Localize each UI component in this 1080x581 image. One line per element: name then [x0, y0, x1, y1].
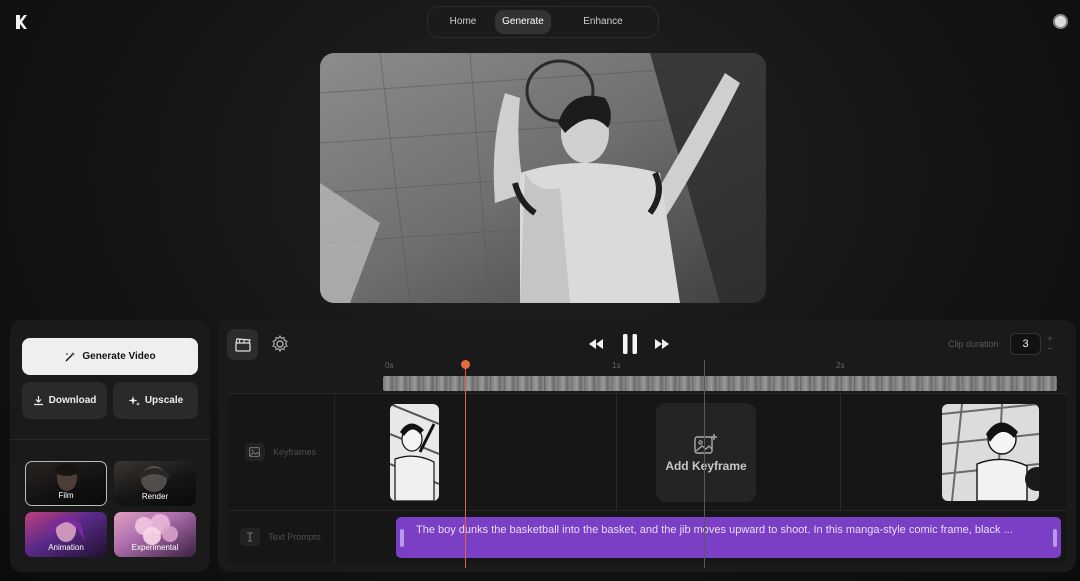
- style-card-render[interactable]: Render: [114, 461, 196, 506]
- hover-indicator-line: [704, 360, 705, 568]
- top-nav: Home Generate Enhance: [427, 6, 659, 38]
- image-icon: [244, 443, 265, 461]
- playhead-line[interactable]: [465, 360, 466, 568]
- add-image-icon: [694, 433, 717, 454]
- style-label-animation: Animation: [48, 543, 84, 552]
- style-card-experimental[interactable]: Experimental: [114, 512, 196, 557]
- clip-duration-input[interactable]: 3: [1010, 333, 1041, 355]
- add-keyframe-label: Add Keyframe: [665, 458, 747, 473]
- clip-duration-label: Clip duration: [948, 339, 999, 349]
- style-label-render: Render: [141, 492, 169, 501]
- style-card-animation[interactable]: Animation: [25, 512, 107, 557]
- text-prompts-label: Text Prompts: [268, 532, 321, 542]
- grid-line: [616, 394, 617, 510]
- tab-generate[interactable]: Generate: [495, 10, 551, 34]
- upscale-button[interactable]: Upscale: [113, 382, 198, 419]
- tab-home[interactable]: Home: [431, 10, 495, 34]
- preview-illustration: [320, 53, 766, 303]
- transport-controls: [587, 333, 671, 357]
- clapperboard-button[interactable]: [227, 329, 258, 360]
- text-prompts-track-header: Text Prompts: [227, 511, 335, 563]
- tab-enhance[interactable]: Enhance: [551, 10, 655, 34]
- ruler-label-0s: 0s: [385, 361, 394, 370]
- playhead-handle[interactable]: [461, 360, 470, 369]
- generate-video-label: Generate Video: [82, 351, 156, 362]
- add-keyframe-button[interactable]: Add Keyframe: [656, 403, 756, 502]
- frame-strip[interactable]: [383, 376, 1057, 391]
- keyframes-track: Keyframes Add Keyframe: [227, 393, 1067, 510]
- generate-panel: Generate Video Download Upscale Film Ren…: [10, 320, 210, 572]
- keyframe-image: [942, 404, 1039, 501]
- avatar-icon[interactable]: [1053, 14, 1068, 29]
- keyframe-image: [390, 404, 439, 501]
- fast-forward-icon[interactable]: [653, 337, 671, 351]
- gear-icon[interactable]: [270, 334, 290, 354]
- keyframe-thumbnail[interactable]: [390, 404, 439, 501]
- prompt-trim-handle-right[interactable]: [1053, 529, 1057, 547]
- keyframes-track-header: Keyframes: [227, 394, 335, 510]
- sparkle-icon: [128, 395, 140, 406]
- style-label-experimental: Experimental: [131, 543, 179, 552]
- download-button[interactable]: Download: [22, 382, 107, 419]
- panel-divider: [10, 439, 210, 440]
- logo-icon[interactable]: [14, 14, 28, 30]
- clapperboard-icon: [234, 337, 251, 352]
- timeline-panel: Clip duration 3 + − 0s 1s 2s Keyframes A…: [218, 320, 1076, 572]
- rewind-icon[interactable]: [587, 337, 605, 351]
- style-card-film[interactable]: Film: [25, 461, 107, 506]
- style-label-film: Film: [58, 491, 74, 500]
- video-preview[interactable]: [320, 53, 766, 303]
- ruler-label-2s: 2s: [836, 361, 845, 370]
- magic-wand-icon: [65, 351, 76, 361]
- text-prompts-track: Text Prompts The boy dunks the basketbal…: [227, 510, 1067, 563]
- prompt-text: The boy dunks the basketball into the ba…: [416, 524, 1013, 536]
- upscale-label: Upscale: [144, 395, 184, 406]
- grid-line: [840, 394, 841, 510]
- keyframe-thumbnail[interactable]: [942, 404, 1039, 501]
- generate-video-button[interactable]: Generate Video: [22, 338, 198, 375]
- download-label: Download: [48, 395, 97, 406]
- ruler-label-1s: 1s: [612, 361, 621, 370]
- prompt-trim-handle-left[interactable]: [400, 529, 404, 547]
- text-cursor-icon: [240, 528, 261, 546]
- pause-icon[interactable]: [621, 333, 639, 355]
- text-prompt-clip[interactable]: The boy dunks the basketball into the ba…: [396, 517, 1061, 558]
- clip-duration-decrement[interactable]: −: [1047, 344, 1053, 355]
- keyframes-label: Keyframes: [272, 447, 316, 457]
- download-icon: [33, 396, 43, 406]
